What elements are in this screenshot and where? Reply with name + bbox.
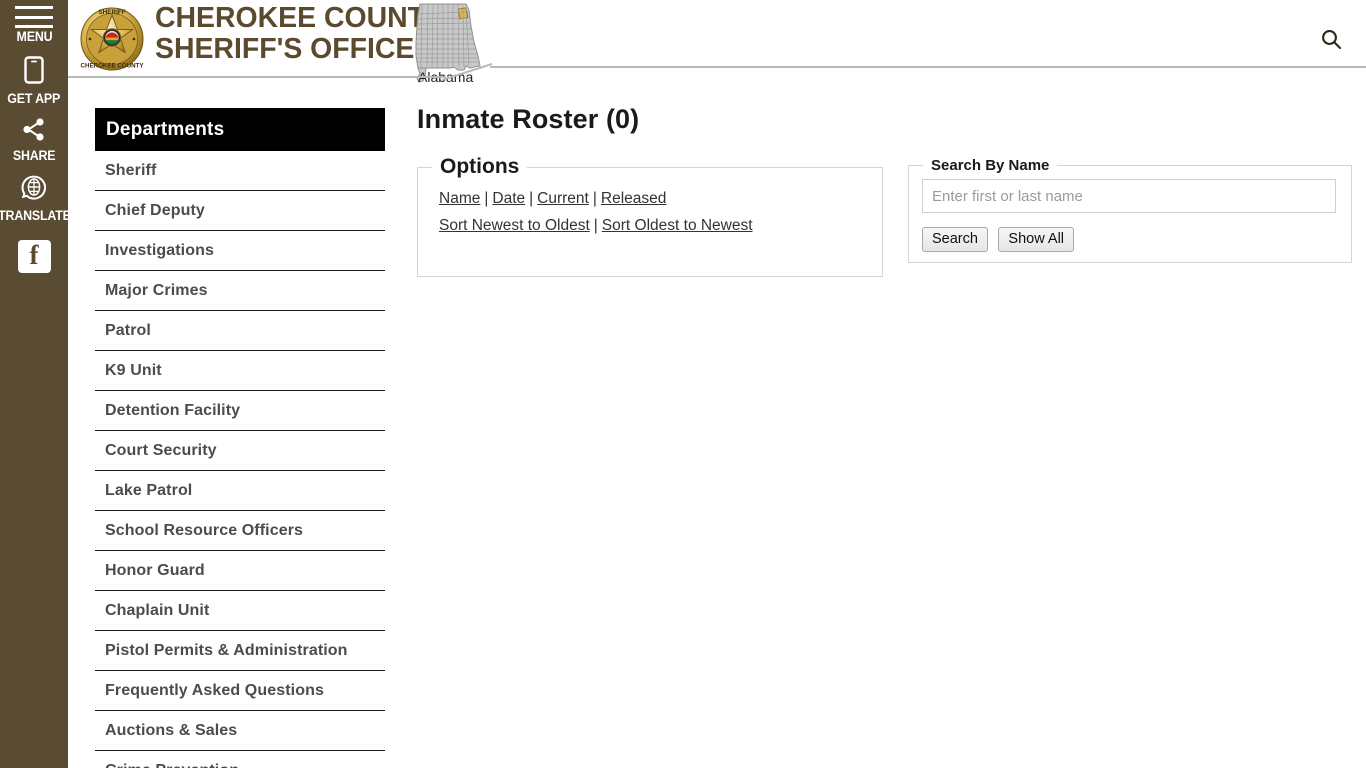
sidebar-item-school-resource-officers[interactable]: School Resource Officers — [95, 511, 385, 551]
header-divider-right — [490, 66, 1366, 68]
option-link-released[interactable]: Released — [601, 190, 667, 207]
sidebar-item-court-security[interactable]: Court Security — [95, 431, 385, 471]
site-title: Cherokee County Sheriff's Office — [155, 3, 444, 65]
svg-text:SHERIFF: SHERIFF — [98, 9, 125, 16]
option-separator: | — [592, 190, 597, 207]
site-title-line-1: Cherokee County — [155, 2, 444, 34]
page-title: Inmate Roster (0) — [417, 104, 640, 134]
hamburger-icon — [15, 4, 53, 28]
rail-item-facebook[interactable]: f — [0, 240, 68, 273]
rail-item-translate-label: TRANSLATE — [0, 208, 71, 223]
option-link-sort-oldest-to-newest[interactable]: Sort Oldest to Newest — [602, 217, 753, 234]
search-by-name-panel: Search By Name Search Show All — [908, 157, 1352, 263]
sidebar-item-chief-deputy[interactable]: Chief Deputy — [95, 191, 385, 231]
header-divider-slash — [441, 62, 496, 82]
panels-row: Options Name | Date | Current | Released Sort … — [417, 149, 1352, 289]
option-link-sort-newest-to-oldest[interactable]: Sort Newest to Oldest — [439, 217, 590, 234]
sidebar-item-patrol[interactable]: Patrol — [95, 311, 385, 351]
rail-item-menu-label: MENU — [16, 29, 52, 44]
site-title-line-2: Sheriff's Office — [155, 33, 415, 65]
sidebar-item-k9-unit[interactable]: K9 Unit — [95, 351, 385, 391]
search-by-name-body: Search Show All — [909, 174, 1351, 252]
rail-item-translate[interactable]: TRANSLATE — [0, 174, 71, 223]
sidebar-item-lake-patrol[interactable]: Lake Patrol — [95, 471, 385, 511]
globe-translate-icon — [20, 174, 48, 207]
options-links: Name | Date | Current | Released Sort Newest t… — [418, 179, 882, 239]
sheriff-star-badge-icon: SHERIFF CHEROKEE COUNTY — [78, 6, 146, 72]
facebook-icon: f — [17, 240, 51, 273]
option-link-date[interactable]: Date — [492, 190, 525, 207]
option-link-current[interactable]: Current — [537, 190, 589, 207]
search-input[interactable] — [922, 179, 1336, 213]
share-nodes-icon — [21, 117, 47, 147]
sidebar-item-investigations[interactable]: Investigations — [95, 231, 385, 271]
search-button[interactable]: Search — [922, 227, 988, 252]
sidebar-item-auctions-sales[interactable]: Auctions & Sales — [95, 711, 385, 751]
search-by-name-legend: Search By Name — [931, 157, 1050, 174]
options-legend: Options — [440, 155, 520, 178]
svg-text:CHEROKEE COUNTY: CHEROKEE COUNTY — [81, 63, 145, 70]
sidebar-item-chaplain-unit[interactable]: Chaplain Unit — [95, 591, 385, 631]
option-separator: | — [484, 190, 489, 207]
page-root: MENU GET APP SHARE TRANSLATE f SHERIFF C… — [0, 0, 1366, 768]
site-header: SHERIFF CHEROKEE COUNTY Cherokee County … — [68, 0, 1366, 85]
search-icon[interactable] — [1314, 22, 1348, 56]
departments-nav: Departments Sheriff Chief Deputy Investi… — [95, 108, 385, 768]
sidebar-item-honor-guard[interactable]: Honor Guard — [95, 551, 385, 591]
sidebar-item-sheriff[interactable]: Sheriff — [95, 151, 385, 191]
sidebar-item-detention-facility[interactable]: Detention Facility — [95, 391, 385, 431]
sidebar-item-major-crimes[interactable]: Major Crimes — [95, 271, 385, 311]
rail-item-share[interactable]: SHARE — [0, 117, 68, 163]
sidebar-item-frequently-asked-questions[interactable]: Frequently Asked Questions — [95, 671, 385, 711]
sidebar-item-crime-prevention[interactable]: Crime Prevention — [95, 751, 385, 768]
options-panel: Options Name | Date | Current | Released Sort … — [417, 155, 883, 277]
show-all-button[interactable]: Show All — [998, 227, 1075, 252]
departments-heading: Departments — [95, 108, 385, 151]
mobile-phone-icon — [23, 55, 45, 90]
options-row-filter: Name | Date | Current | Released — [439, 185, 882, 212]
rail-item-menu[interactable]: MENU — [0, 4, 68, 44]
sidebar-item-pistol-permits-administration[interactable]: Pistol Permits & Administration — [95, 631, 385, 671]
rail-item-share-label: SHARE — [12, 148, 56, 163]
option-separator: | — [593, 217, 598, 234]
options-row-sort: Sort Newest to Oldest | Sort Oldest to New… — [439, 212, 882, 239]
search-button-row: Search Show All — [922, 227, 1338, 252]
main-content: Inmate Roster (0) Options Name | Date | Curr… — [417, 104, 1352, 289]
left-icon-rail: MENU GET APP SHARE TRANSLATE f — [0, 0, 71, 768]
rail-item-get-app[interactable]: GET APP — [0, 55, 68, 106]
option-separator: | — [529, 190, 534, 207]
header-divider-left — [68, 76, 446, 78]
option-link-name[interactable]: Name — [439, 190, 480, 207]
rail-item-get-app-label: GET APP — [7, 91, 61, 106]
